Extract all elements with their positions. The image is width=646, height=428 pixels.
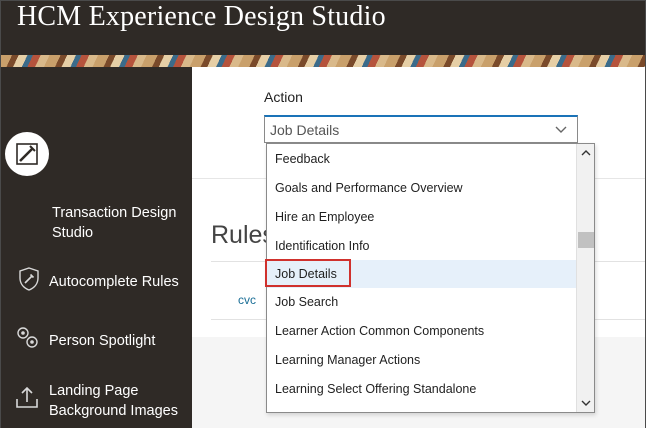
chevron-down-icon[interactable]: [555, 124, 567, 134]
scroll-down-icon[interactable]: [581, 398, 591, 408]
action-select-value: Job Details: [270, 122, 340, 138]
dropdown-option[interactable]: Feedback: [267, 145, 577, 173]
sidebar-item-label: Landing Page: [49, 383, 139, 399]
sidebar-item-transaction-design-studio[interactable]: Transaction Design Studio: [1, 203, 192, 247]
sidebar: [1, 67, 192, 428]
dropdown-scrollbar[interactable]: [576, 144, 594, 412]
selected-option-highlight-box: [265, 259, 351, 287]
dropdown-option[interactable]: Learner Action Common Components: [267, 317, 577, 345]
dropdown-option[interactable]: Learning Manager Actions: [267, 346, 577, 374]
sidebar-item-label: Person Spotlight: [49, 333, 156, 349]
sidebar-item-landing-page-background-images[interactable]: Landing Page Background Images: [1, 381, 192, 425]
dropdown-option[interactable]: Hire an Employee: [267, 203, 577, 231]
action-select[interactable]: Job Details: [264, 115, 578, 143]
upload-tray-icon: [16, 386, 38, 408]
scrollbar-thumb[interactable]: [578, 232, 594, 248]
dropdown-option[interactable]: Goals and Performance Overview: [267, 174, 577, 202]
sidebar-item-autocomplete-rules[interactable]: Autocomplete Rules: [1, 267, 192, 311]
transaction-design-icon: [16, 143, 38, 165]
scroll-up-icon[interactable]: [581, 148, 591, 158]
sidebar-item-label: Autocomplete Rules: [49, 274, 179, 290]
header-banner: [1, 55, 645, 67]
gears-icon: [17, 327, 38, 348]
sidebar-item-person-spotlight[interactable]: Person Spotlight: [1, 325, 192, 369]
app-title: HCM Experience Design Studio: [17, 1, 386, 32]
dropdown-option[interactable]: Identification Info: [267, 232, 577, 260]
sidebar-item-label: Studio: [52, 225, 94, 241]
sidebar-item-label: Transaction Design: [52, 205, 177, 221]
dropdown-option[interactable]: Job Search: [267, 288, 577, 316]
action-label: Action: [264, 89, 303, 105]
sidebar-item-label: Background Images: [49, 403, 178, 419]
shield-wrench-icon: [19, 267, 39, 291]
dropdown-option[interactable]: Learning Select Offering Standalone: [267, 375, 577, 403]
app-header: HCM Experience Design Studio: [1, 1, 645, 55]
rule-row-link[interactable]: cvc: [238, 293, 256, 307]
